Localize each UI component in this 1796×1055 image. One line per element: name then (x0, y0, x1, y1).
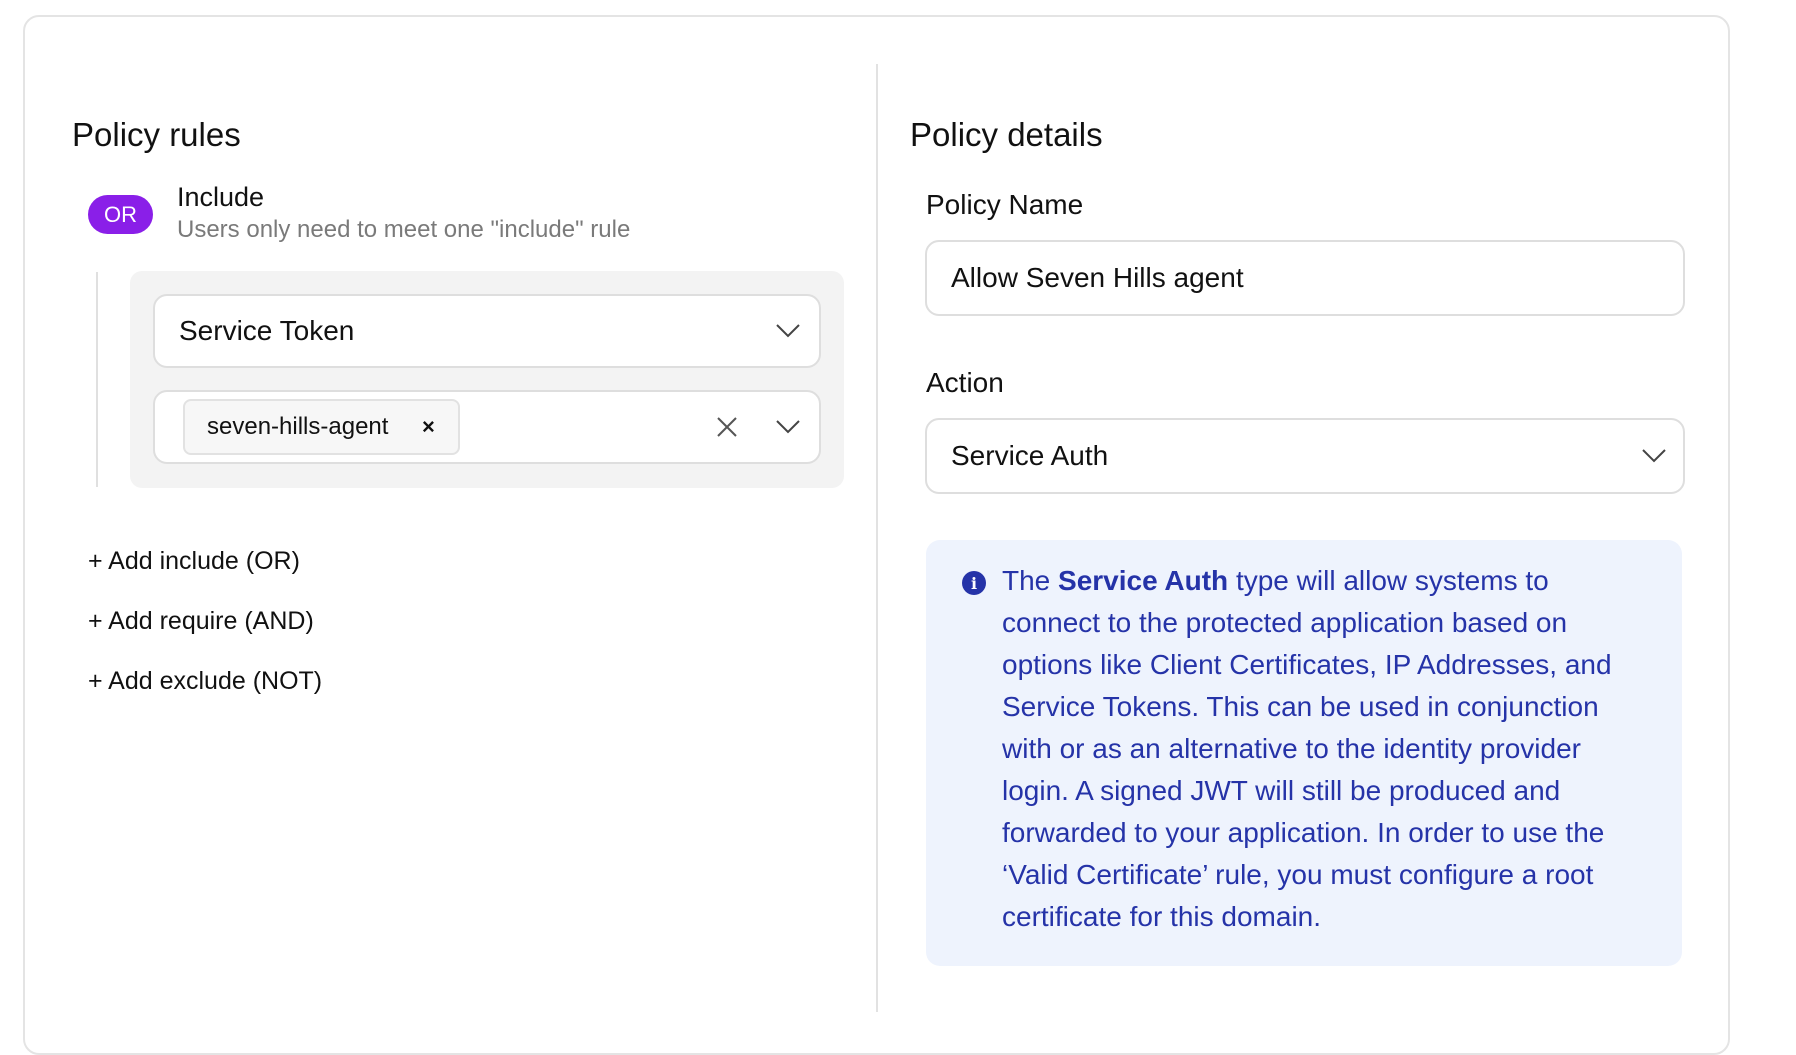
chevron-down-icon[interactable] (775, 323, 801, 339)
info-text-after: type will allow systems to connect to th… (1002, 565, 1612, 932)
info-text: The Service Auth type will allow systems… (1002, 560, 1654, 938)
chip-label: seven-hills-agent (207, 413, 389, 440)
policy-name-label: Policy Name (926, 189, 1084, 220)
add-require-link[interactable]: + Add require (AND) (88, 607, 314, 636)
or-badge: OR (88, 195, 153, 234)
policy-name-input[interactable]: Allow Seven Hills agent (925, 240, 1685, 316)
rule-type-select[interactable]: Service Token (153, 294, 821, 368)
service-token-multiselect[interactable]: seven-hills-agent × (153, 390, 821, 464)
action-select[interactable]: Service Auth (925, 418, 1685, 494)
include-label: Include (177, 182, 265, 212)
policy-details-title: Policy details (910, 116, 1103, 153)
policy-rules-title: Policy rules (72, 116, 241, 153)
policy-name-value: Allow Seven Hills agent (951, 262, 1244, 293)
include-rule-box: Service Token seven-hills-agent × (130, 271, 844, 488)
action-label: Action (926, 367, 1004, 398)
action-value: Service Auth (951, 440, 1109, 471)
chevron-down-icon[interactable] (775, 419, 801, 435)
add-include-link[interactable]: + Add include (OR) (88, 547, 300, 576)
service-auth-info-callout: i The Service Auth type will allow syste… (926, 540, 1682, 966)
chip-remove-icon[interactable]: × (422, 414, 435, 440)
panel-divider (876, 64, 878, 1012)
add-exclude-link[interactable]: + Add exclude (NOT) (88, 667, 322, 696)
info-icon: i (962, 571, 986, 595)
include-description: Users only need to meet one "include" ru… (177, 216, 631, 243)
rule-group-line (96, 272, 98, 487)
chevron-down-icon[interactable] (1641, 448, 1667, 464)
info-text-bold: Service Auth (1058, 565, 1229, 596)
clear-icon[interactable] (715, 415, 739, 439)
selected-token-chip: seven-hills-agent × (183, 399, 460, 455)
info-text-before: The (1002, 565, 1059, 596)
rule-type-value: Service Token (179, 315, 355, 346)
